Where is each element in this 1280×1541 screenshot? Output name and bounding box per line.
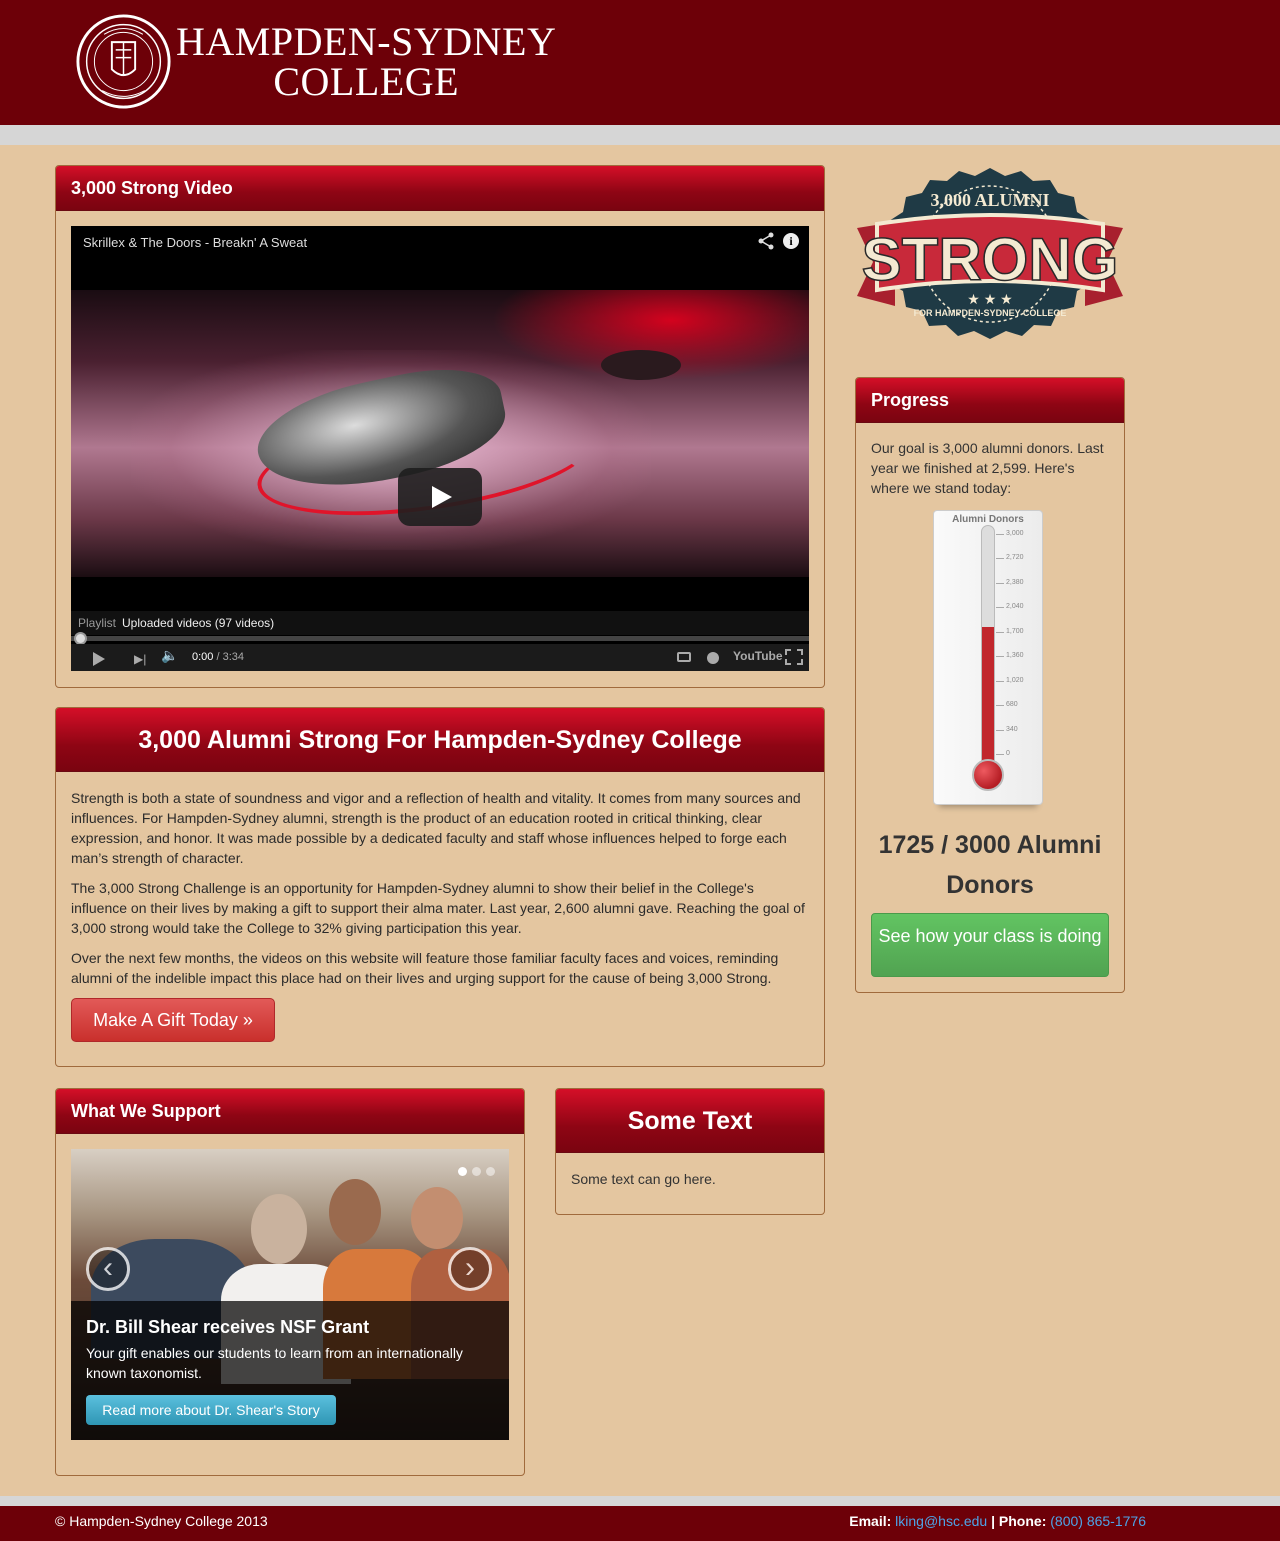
thermometer-tick (996, 582, 1004, 584)
caption-text: Your gift enables our students to learn … (86, 1345, 463, 1381)
chevron-left-icon[interactable]: ‹ (86, 1247, 130, 1291)
thermometer-tube (981, 525, 995, 770)
thermometer-title: Alumni Donors (952, 514, 1024, 525)
class-progress-button[interactable]: See how your class is doing (871, 913, 1109, 977)
thermometer-tick-label: 2,380 (1006, 578, 1024, 586)
panel-title: Progress (856, 378, 1124, 423)
video-time: 0:00 / 3:34 (192, 651, 244, 663)
volume-icon[interactable]: 🔈 (161, 647, 178, 664)
photo-figure (329, 1179, 381, 1245)
thermometer-tick-label: 1,700 (1006, 627, 1024, 635)
thermometer-bulb (972, 759, 1004, 791)
thermometer-tick-label: 2,720 (1006, 554, 1024, 562)
thermometer-tick-label: 1,360 (1006, 652, 1024, 660)
thermometer-tick-label: 1,020 (1006, 676, 1024, 684)
progress-intro: Our goal is 3,000 alumni donors. Last ye… (871, 440, 1104, 496)
photo-figure (251, 1194, 307, 1264)
thermometer-tick (996, 705, 1004, 707)
donor-thermometer: Alumni Donors 3,000 2,720 2,380 2,040 1,700 1… (933, 510, 1043, 805)
info-icon[interactable]: i (783, 233, 799, 249)
email-label: Email: (849, 1513, 896, 1529)
video-player[interactable]: Skrillex & The Doors - Breakn' A Sweat i… (71, 226, 809, 671)
thermometer-tick (996, 534, 1004, 535)
alumni-strong-badge: 3,000 ALUMNI STRONG FOR HAMPDEN-SYDNEY C… (857, 168, 1123, 339)
thermometer-tick (996, 558, 1004, 560)
thermometer-tick (996, 754, 1004, 755)
header-divider (0, 125, 1280, 145)
thermometer-tick (996, 729, 1004, 731)
thermometer-tick (996, 631, 1004, 633)
paragraph: Strength is both a state of soundness an… (71, 790, 801, 866)
brand-line-1: HAMPDEN-SYDNEY (176, 19, 557, 64)
thermometer-tick-label: 340 (1006, 725, 1018, 733)
video-thumbnail[interactable] (71, 290, 809, 577)
carousel-dot[interactable] (472, 1167, 481, 1176)
thermometer-tick-label: 680 (1006, 701, 1018, 709)
caption-title: Dr. Bill Shear receives NSF Grant (86, 1317, 370, 1337)
footer-divider (0, 1496, 1280, 1506)
video-title[interactable]: Skrillex & The Doors - Breakn' A Sweat (83, 235, 307, 250)
contact-info: Email: lking@hsc.edu | Phone: (800) 865-… (849, 1506, 1146, 1536)
time-current: 0:00 (192, 651, 214, 663)
paragraph: The 3,000 Strong Challenge is an opportu… (71, 880, 805, 936)
thermometer-tick (996, 607, 1004, 609)
carousel-dot[interactable] (458, 1167, 467, 1176)
thumbnail-jetski-2 (601, 350, 681, 380)
progress-panel: Progress Our goal is 3,000 alumni donors… (855, 377, 1125, 993)
site-header: HAMPDEN-SYDNEY COLLEGE (0, 0, 1280, 125)
thermometer-fill (982, 626, 994, 769)
thermometer-tick (996, 680, 1004, 682)
star-icon: ★ ★ ★ (967, 291, 1012, 307)
panel-title: 3,000 Alumni Strong For Hampden-Sydney C… (56, 708, 824, 772)
share-icon[interactable] (758, 232, 774, 250)
what-we-support-panel: What We Support ‹ › Dr. Bill Shear recei… (55, 1088, 525, 1476)
panel-title: What We Support (56, 1089, 524, 1134)
badge-main-text: STRONG (862, 226, 1119, 293)
make-gift-button[interactable]: Make A Gift Today » (71, 998, 275, 1042)
playlist-name[interactable]: Uploaded videos (97 videos) (122, 616, 274, 630)
thermometer-tick-label: 2,040 (1006, 603, 1024, 611)
playlist-label: Playlist (78, 616, 117, 630)
alumni-strong-panel: 3,000 Alumni Strong For Hampden-Sydney C… (55, 707, 825, 1067)
panel-title: 3,000 Strong Video (56, 166, 824, 211)
support-carousel[interactable]: ‹ › Dr. Bill Shear receives NSF Grant Yo… (71, 1149, 509, 1440)
video-progress-bar[interactable] (71, 636, 809, 641)
chevron-right-icon[interactable]: › (448, 1247, 492, 1291)
youtube-logo[interactable]: YouTube (733, 649, 783, 663)
next-icon[interactable]: ▶| (134, 652, 148, 666)
thermometer-tick (996, 656, 1004, 658)
carousel-dot[interactable] (486, 1167, 495, 1176)
photo-figure (411, 1187, 463, 1249)
phone-label: | Phone: (987, 1513, 1051, 1529)
read-more-button[interactable]: Read more about Dr. Shear's Story (86, 1395, 336, 1425)
play-icon[interactable] (398, 468, 482, 526)
site-footer: © Hampden-Sydney College 2013 Email: lki… (0, 1506, 1280, 1541)
time-total: / 3:34 (213, 651, 244, 663)
watch-later-icon[interactable] (707, 652, 719, 664)
badge-bottom-text: FOR HAMPDEN-SYDNEY COLLEGE (914, 308, 1067, 318)
email-link[interactable]: lking@hsc.edu (895, 1513, 987, 1529)
brand-line-2: COLLEGE (273, 59, 460, 104)
alumni-description: Strength is both a state of soundness an… (56, 772, 824, 988)
video-controls: ▶| 🔈 0:00 / 3:34 YouTube (71, 644, 809, 671)
college-wordmark[interactable]: HAMPDEN-SYDNEY COLLEGE (176, 22, 556, 102)
thermometer-tick-label: 0 (1006, 750, 1010, 757)
copyright: © Hampden-Sydney College 2013 (55, 1513, 268, 1529)
paragraph: Over the next few months, the videos on … (71, 950, 779, 986)
carousel-indicators (453, 1163, 495, 1181)
playlist-bar[interactable]: Playlist Uploaded videos (97 videos) (71, 611, 809, 635)
badge-top-text: 3,000 ALUMNI (930, 190, 1049, 210)
donor-count: 1725 / 3000 Alumni Donors (878, 831, 1102, 899)
video-panel: 3,000 Strong Video Skrillex & The Doors … (55, 165, 825, 688)
thermometer-tick-label: 3,000 (1006, 530, 1024, 537)
fullscreen-icon[interactable] (785, 649, 803, 665)
captions-icon[interactable] (677, 652, 691, 662)
college-seal-logo[interactable] (75, 12, 172, 111)
phone-link[interactable]: (800) 865-1776 (1050, 1513, 1146, 1529)
carousel-caption: Dr. Bill Shear receives NSF Grant Your g… (71, 1301, 509, 1440)
play-control-icon[interactable] (93, 652, 105, 666)
panel-body: Some text can go here. (571, 1171, 716, 1187)
panel-title: Some Text (556, 1089, 824, 1153)
some-text-panel: Some Text Some text can go here. (555, 1088, 825, 1215)
